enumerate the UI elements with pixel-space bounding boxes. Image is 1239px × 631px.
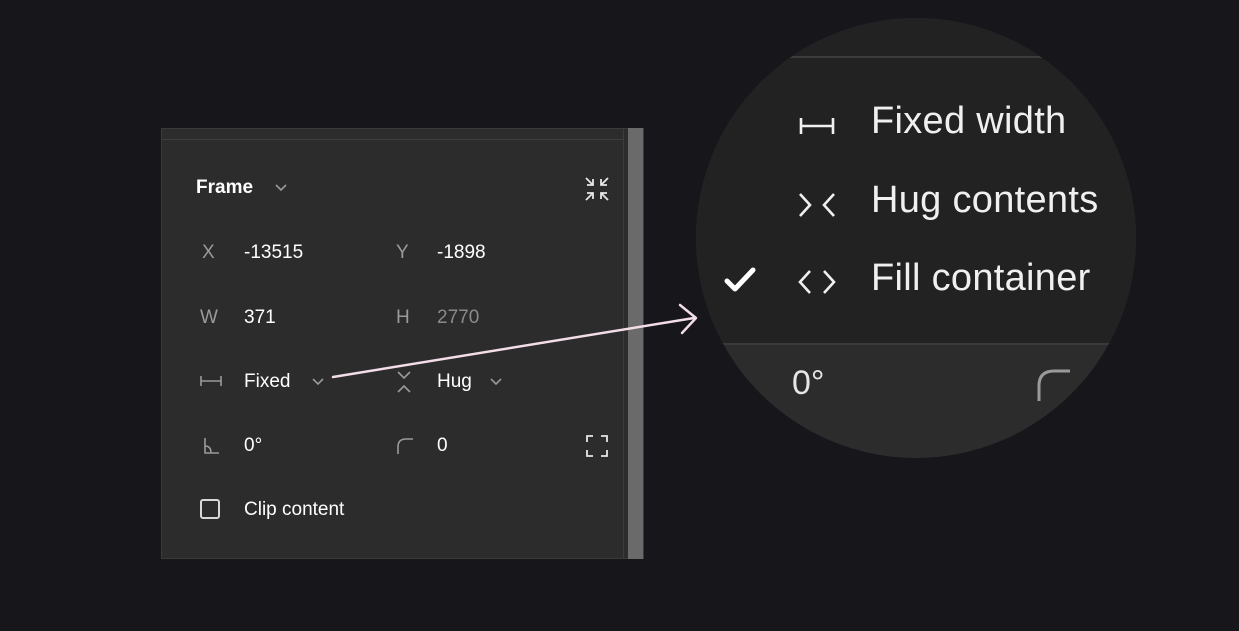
menu-divider bbox=[786, 56, 1086, 58]
fixed-width-icon bbox=[798, 115, 836, 142]
magnified-resizing-menu: Fixed width Hug contents Fill container … bbox=[696, 18, 1136, 458]
hug-contents-icon bbox=[797, 191, 837, 224]
checkmark-icon bbox=[723, 266, 757, 299]
menu-item-fill-container[interactable]: Fill container bbox=[871, 257, 1091, 300]
menu-item-hug-contents[interactable]: Hug contents bbox=[871, 179, 1099, 222]
menu-bottom-border bbox=[696, 343, 1136, 345]
menu-item-fixed-width[interactable]: Fixed width bbox=[871, 100, 1067, 143]
magnified-rotation-value: 0° bbox=[792, 364, 825, 402]
corner-radius-icon bbox=[1036, 368, 1070, 407]
fill-container-icon bbox=[797, 268, 837, 301]
